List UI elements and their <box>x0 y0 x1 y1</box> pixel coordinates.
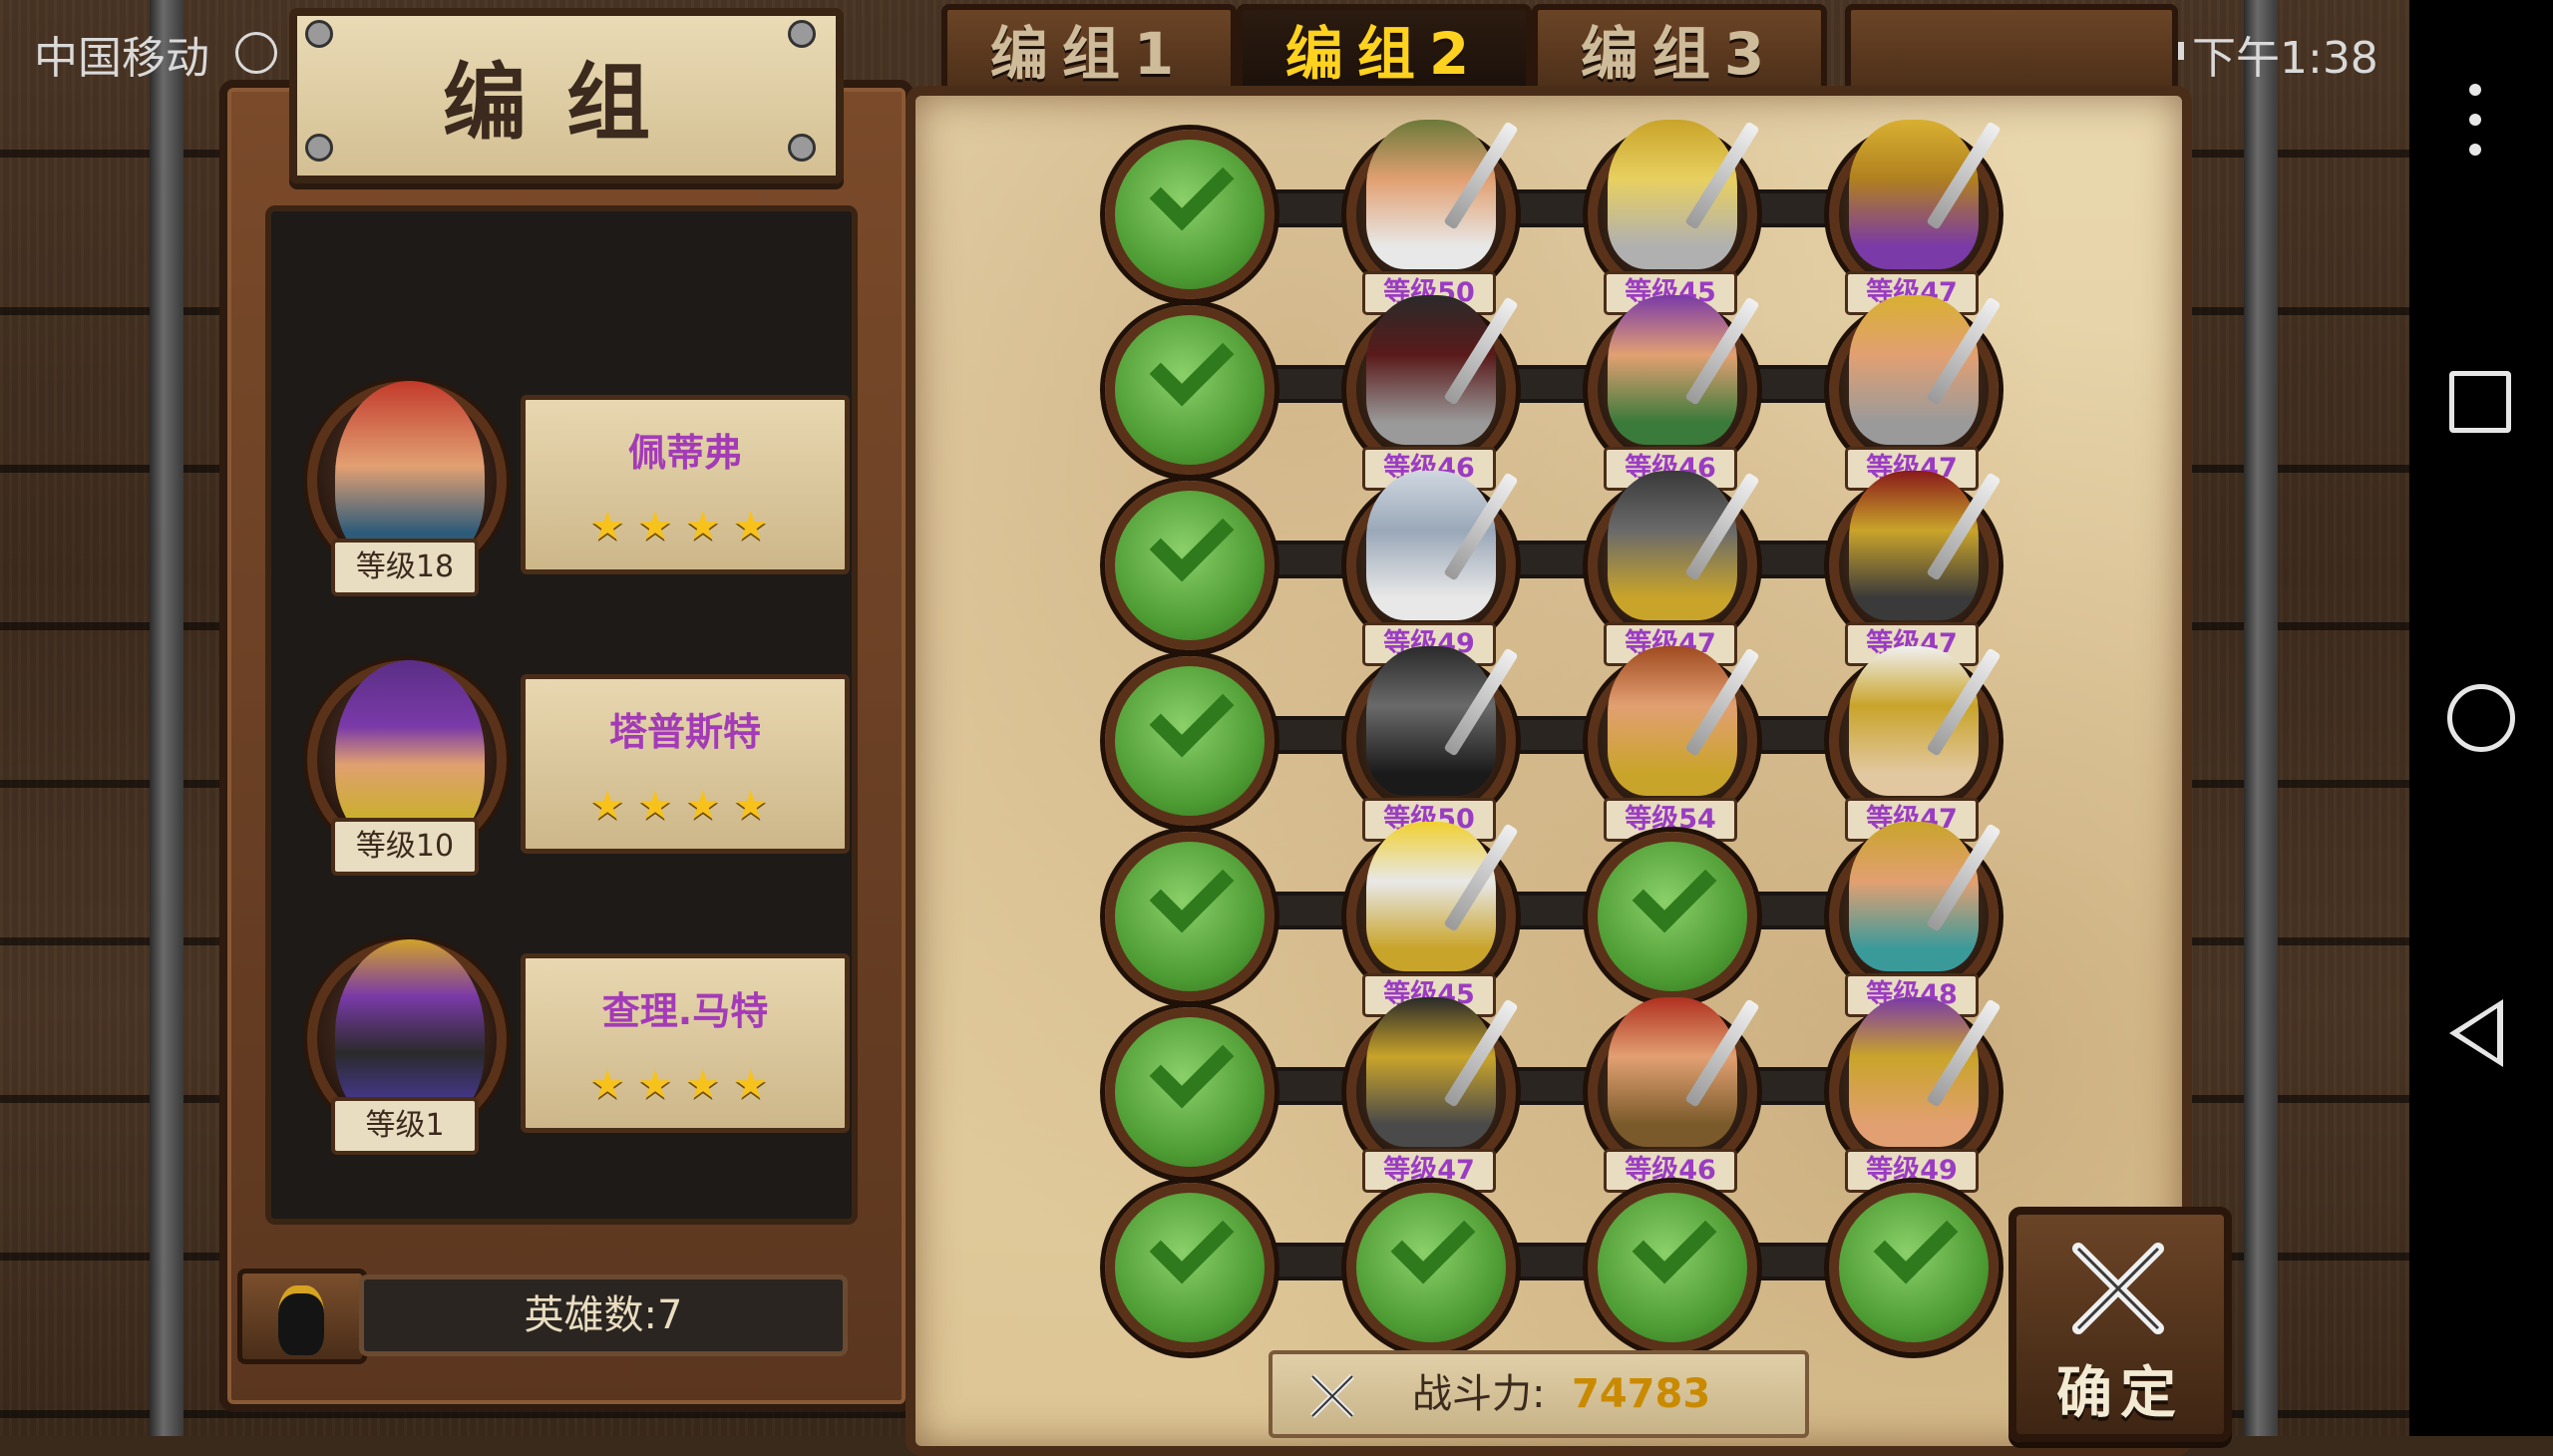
recents-icon[interactable] <box>2449 371 2511 433</box>
metal-rail-right <box>2244 0 2278 1436</box>
checkmark-icon <box>1149 848 1235 933</box>
empty-slot[interactable] <box>1588 832 1757 1001</box>
metal-rail-left <box>150 0 183 1436</box>
checkmark-icon <box>1632 848 1717 933</box>
hero-name: 佩蒂弗 <box>627 431 742 475</box>
formation-row-connector <box>1175 189 1907 227</box>
checkmark-icon <box>1149 497 1235 582</box>
rivet <box>305 20 333 48</box>
page-title: 编组 <box>289 8 844 183</box>
crossed-swords-icon <box>2072 1243 2164 1334</box>
hero-list-panel: 佩蒂弗 ★★★★ 等级18 塔普斯特 ★★★★ 等级10 查理.马特 ★★★★ <box>219 80 913 1412</box>
star-rating: ★★★★ <box>589 783 781 829</box>
empty-slot[interactable] <box>1105 481 1275 650</box>
rivet <box>305 134 333 162</box>
formation-row-connector <box>1175 716 1907 754</box>
empty-slot[interactable] <box>1105 305 1275 475</box>
checkmark-icon <box>1149 672 1235 758</box>
hero-level-badge: 等级1 <box>331 1097 479 1155</box>
formation-row-connector <box>1175 892 1907 929</box>
empty-slot[interactable] <box>1105 1183 1275 1352</box>
carrier-label: 中国移动 <box>34 33 209 84</box>
hero-level-badge: 等级10 <box>331 818 479 876</box>
hero-name: 塔普斯特 <box>608 710 761 754</box>
formation-row-connector <box>1175 1067 1907 1105</box>
formation-board: 等级50 等级45 等级47 等级46 等级46 等级47 等级49 等级47 等级47 等级50… <box>906 86 2192 1456</box>
rivet <box>788 20 816 48</box>
confirm-label: 确定 <box>2056 1361 2184 1426</box>
formation-row-connector <box>1175 365 1907 403</box>
empty-slot[interactable] <box>1829 1183 1999 1352</box>
formation-row-connector <box>1175 541 1907 578</box>
star-rating: ★★★★ <box>589 504 781 549</box>
clock: 下午1:38 <box>2192 33 2378 84</box>
star-rating: ★★★★ <box>589 1062 781 1108</box>
checkmark-icon <box>1149 1199 1235 1284</box>
hero-card[interactable]: 塔普斯特 ★★★★ 等级10 <box>271 630 910 876</box>
system-navigation-bar <box>2409 0 2553 1436</box>
crossed-swords-icon <box>1309 1373 1355 1419</box>
power-value: 74783 <box>1572 1371 1711 1417</box>
empty-slot[interactable] <box>1105 1007 1275 1177</box>
hero-list[interactable]: 佩蒂弗 ★★★★ 等级18 塔普斯特 ★★★★ 等级10 查理.马特 ★★★★ <box>265 205 858 1225</box>
home-icon[interactable] <box>2447 684 2515 752</box>
hero-name-banner: 查理.马特 ★★★★ <box>521 953 850 1133</box>
rivet <box>788 134 816 162</box>
hero-name-banner: 塔普斯特 ★★★★ <box>521 674 850 854</box>
hero-name: 查理.马特 <box>601 989 769 1033</box>
empty-slot[interactable] <box>1105 832 1275 1001</box>
hero-count: 英雄数:7 <box>359 1274 848 1356</box>
hero-name-banner: 佩蒂弗 ★★★★ <box>521 395 850 574</box>
signal-icon <box>235 32 277 74</box>
hero-filter-button[interactable] <box>237 1269 367 1364</box>
checkmark-icon <box>1149 146 1235 231</box>
hero-level-badge: 等级18 <box>331 539 479 596</box>
checkmark-icon <box>1390 1199 1476 1284</box>
back-icon[interactable] <box>2449 999 2503 1067</box>
power-label: 战斗力: <box>1412 1371 1546 1417</box>
empty-slot[interactable] <box>1588 1183 1757 1352</box>
checkmark-icon <box>1632 1199 1717 1284</box>
formation-row-connector <box>1175 1243 1907 1280</box>
confirm-button[interactable]: 确定 <box>2008 1207 2232 1442</box>
hero-card[interactable]: 佩蒂弗 ★★★★ 等级18 <box>271 351 910 596</box>
checkmark-icon <box>1149 1023 1235 1109</box>
hero-card[interactable]: 查理.马特 ★★★★ 等级1 <box>271 910 910 1155</box>
empty-slot[interactable] <box>1105 130 1275 299</box>
checkmark-icon <box>1149 321 1235 407</box>
empty-slot[interactable] <box>1346 1183 1516 1352</box>
power-bar: 战斗力: 74783 <box>1269 1350 1809 1438</box>
checkmark-icon <box>1873 1199 1959 1284</box>
anubis-icon <box>278 1285 324 1355</box>
overflow-menu-icon[interactable] <box>2469 84 2483 174</box>
empty-slot[interactable] <box>1105 656 1275 826</box>
